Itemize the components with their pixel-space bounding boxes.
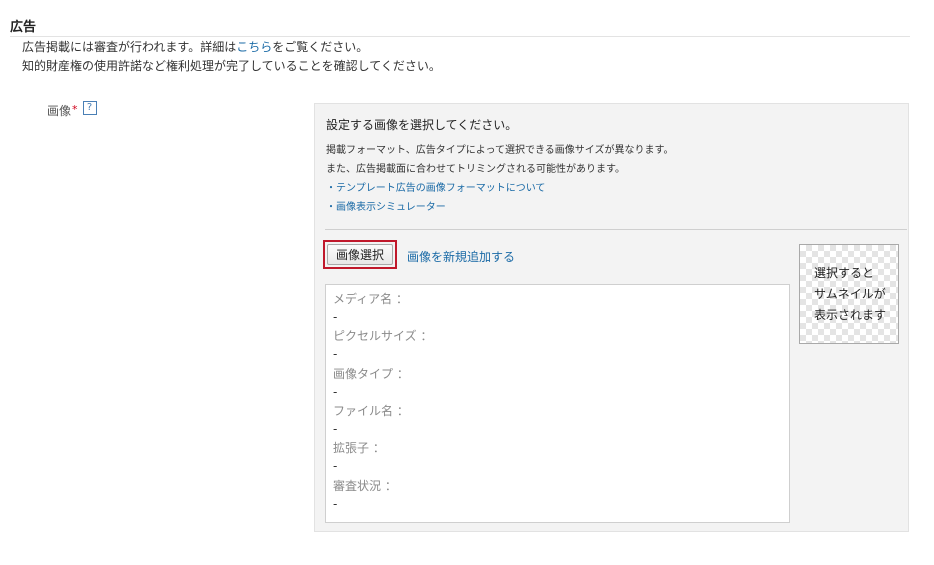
thumbnail-placeholder: 選択すると サムネイルが 表示されます	[799, 244, 899, 344]
info-value: -	[333, 422, 338, 436]
image-select-panel: 設定する画像を選択してください。 掲載フォーマット、広告タイプによって選択できる…	[314, 103, 909, 532]
notice-line-1-tail: をご覧ください。	[272, 40, 369, 54]
info-value: -	[333, 497, 338, 511]
info-value: -	[333, 385, 338, 399]
info-label: 拡張子 ：	[333, 441, 385, 455]
notice-text: 広告掲載には審査が行われます。詳細はこちらをご覧ください。 知的財産権の使用許諾…	[22, 38, 441, 76]
thumbnail-text: 選択すると サムネイルが 表示されます	[814, 263, 886, 326]
required-mark: *	[72, 103, 78, 116]
section-title: 広告	[10, 20, 37, 35]
title-divider	[10, 36, 910, 37]
image-field-label: 画像 * ?	[47, 100, 97, 119]
notice-line-1: 広告掲載には審査が行われます。詳細はこちらをご覧ください。	[22, 38, 441, 57]
image-label-text: 画像	[47, 104, 72, 118]
info-value: -	[333, 459, 338, 473]
info-review-status: 審査状況 ： -	[333, 478, 397, 512]
select-image-highlight: 画像選択	[323, 240, 397, 269]
info-label: 画像タイプ ：	[333, 367, 409, 381]
select-image-button[interactable]: 画像選択	[327, 244, 393, 265]
notice-line-1-text: 広告掲載には審査が行われます。詳細は	[22, 40, 237, 54]
info-file-name: ファイル名 ： -	[333, 403, 409, 437]
panel-description: 掲載フォーマット、広告タイプによって選択できる画像サイズが異なります。 また、広…	[326, 141, 674, 217]
info-media-name: メディア名 ： -	[333, 291, 408, 325]
image-simulator-link[interactable]: ・画像表示シミュレーター	[326, 202, 446, 213]
thumbnail-line-2: サムネイルが	[814, 287, 886, 301]
info-label: ファイル名 ：	[333, 404, 409, 418]
help-icon[interactable]: ?	[82, 100, 97, 115]
thumbnail-line-3: 表示されます	[814, 308, 887, 322]
info-extension: 拡張子 ： -	[333, 440, 385, 474]
notice-line-2: 知的財産権の使用許諾など権利処理が完了していることを確認してください。	[22, 59, 441, 73]
info-label: 審査状況 ：	[333, 479, 397, 493]
info-pixel-size: ピクセルサイズ ： -	[333, 328, 432, 362]
panel-divider	[325, 229, 907, 230]
template-format-link[interactable]: ・テンプレート広告の画像フォーマットについて	[326, 183, 545, 194]
info-value: -	[333, 347, 338, 361]
add-new-image-link[interactable]: 画像を新規追加する	[407, 248, 515, 265]
panel-heading: 設定する画像を選択してください。	[326, 118, 518, 132]
description-line-1: 掲載フォーマット、広告タイプによって選択できる画像サイズが異なります。	[326, 145, 674, 156]
info-label: ピクセルサイズ ：	[333, 329, 433, 343]
description-line-2: また、広告掲載面に合わせてトリミングされる可能性があります。	[326, 164, 625, 175]
info-label: メディア名 ：	[333, 292, 408, 306]
thumbnail-line-1: 選択すると	[814, 266, 875, 280]
info-value: -	[333, 310, 338, 324]
details-link[interactable]: こちら	[236, 40, 272, 54]
image-info-box: メディア名 ： - ピクセルサイズ ： - 画像タイプ ： - ファイル名 ： …	[325, 284, 790, 523]
info-image-type: 画像タイプ ： -	[333, 366, 409, 400]
